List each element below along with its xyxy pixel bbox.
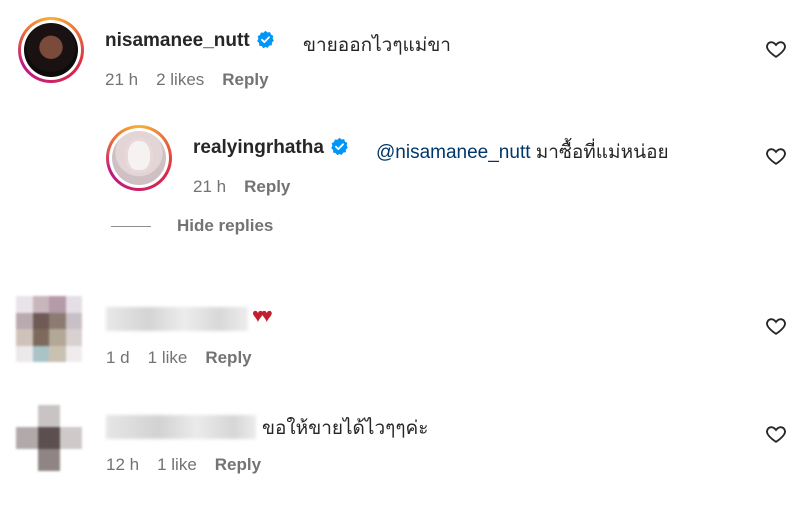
comment-likes[interactable]: 1 like	[157, 455, 197, 474]
blurred-username[interactable]	[106, 307, 248, 331]
heart-outline-icon[interactable]	[765, 315, 787, 337]
avatar[interactable]	[106, 125, 172, 191]
avatar[interactable]	[18, 17, 84, 83]
comment-text: ♥♥	[252, 305, 273, 327]
avatar[interactable]	[16, 405, 82, 471]
reply-button[interactable]: Reply	[215, 455, 261, 474]
avatar[interactable]	[16, 296, 82, 362]
comment-username[interactable]: nisamanee_nutt	[105, 30, 275, 52]
reply-button[interactable]: Reply	[244, 177, 290, 196]
comment-likes[interactable]: 2 likes	[156, 70, 204, 89]
mention-link[interactable]: @nisamanee_nutt	[376, 142, 531, 163]
comment-username[interactable]: realyingrhatha	[193, 137, 349, 159]
comment-text: ขายออกไวๆแม่ขา	[303, 35, 451, 56]
blurred-username[interactable]	[106, 415, 256, 439]
comment-time[interactable]: 12 h	[106, 455, 139, 474]
reply-button[interactable]: Reply	[205, 348, 251, 367]
username-link[interactable]: realyingrhatha	[193, 137, 324, 158]
username-link[interactable]: nisamanee_nutt	[105, 30, 250, 51]
comment-time[interactable]: 21 h	[193, 177, 226, 196]
heart-outline-icon[interactable]	[765, 145, 787, 167]
comment-text-body: มาซื้อที่แม่หน่อย	[535, 142, 669, 163]
heart-outline-icon[interactable]	[765, 423, 787, 445]
hide-replies-button[interactable]: Hide replies	[177, 216, 273, 236]
comment-meta: 12 h 1 like Reply	[106, 455, 279, 475]
comment-meta: 21 h Reply	[193, 177, 308, 197]
comment-likes[interactable]: 1 like	[148, 348, 188, 367]
reply-button[interactable]: Reply	[222, 70, 268, 89]
comment-meta: 1 d 1 like Reply	[106, 348, 270, 368]
comment-time[interactable]: 21 h	[105, 70, 138, 89]
heart-outline-icon[interactable]	[765, 38, 787, 60]
verified-badge-icon	[331, 137, 348, 156]
comment-time[interactable]: 1 d	[106, 348, 130, 367]
comment-text: ขอให้ขายได้ไวๆๆค่ะ	[262, 418, 429, 439]
comment-meta: 21 h 2 likes Reply	[105, 70, 287, 90]
verified-badge-icon	[256, 30, 274, 49]
hide-replies-divider	[111, 226, 151, 227]
comment-text: @nisamanee_nutt มาซื้อที่แม่หน่อย	[376, 137, 669, 167]
